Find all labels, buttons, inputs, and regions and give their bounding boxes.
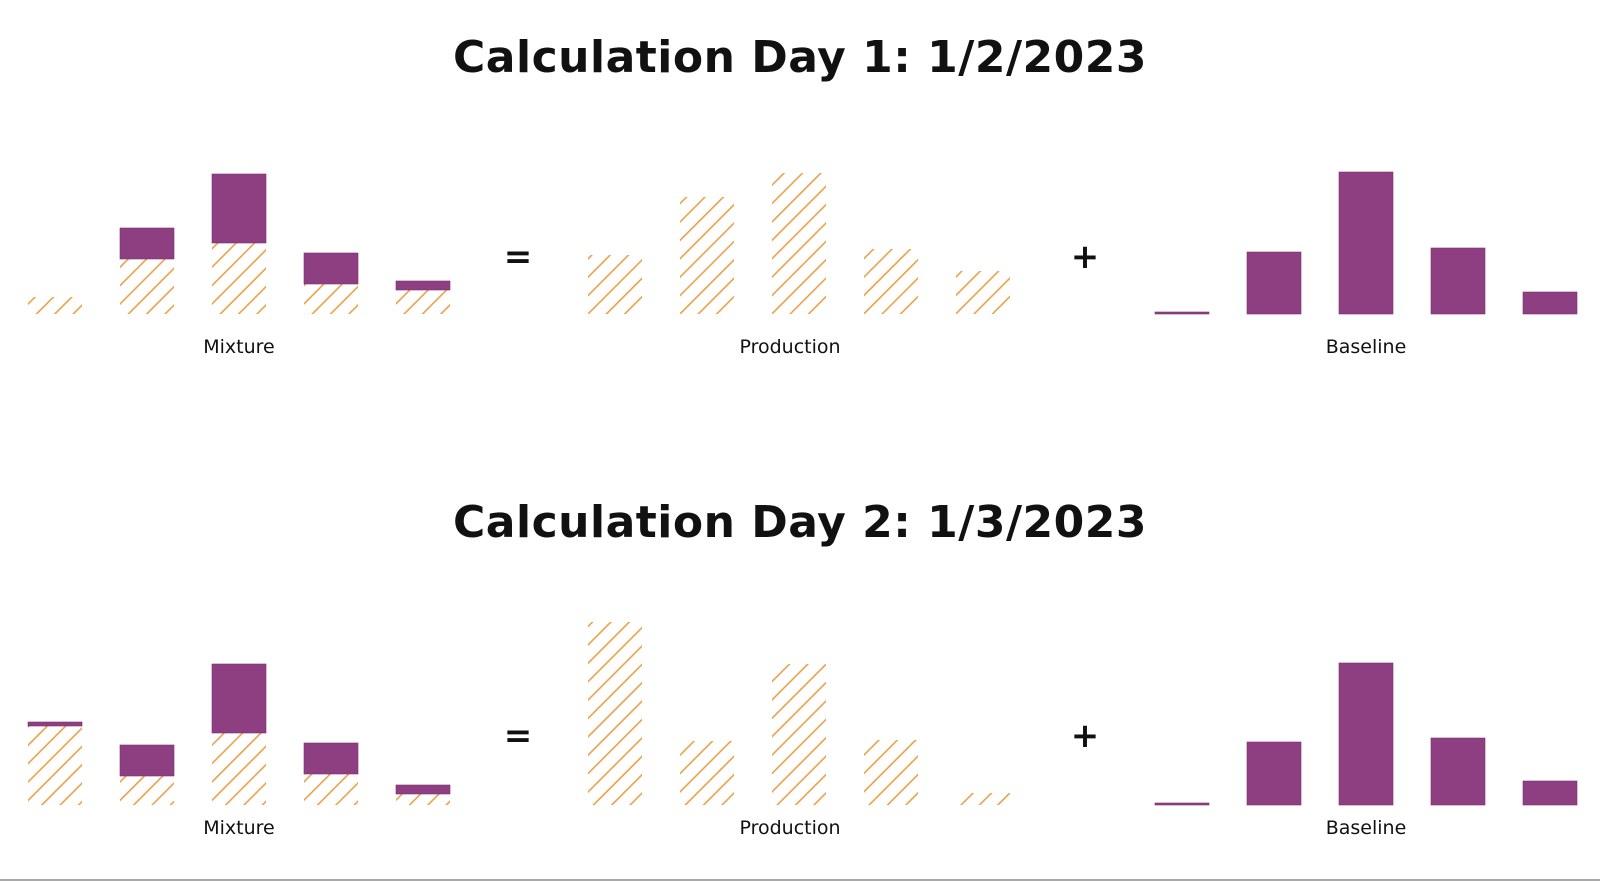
panel-label-production-day-2: Production — [739, 817, 840, 839]
equals-sign-day-2: = — [504, 716, 533, 756]
bar-mixture-baseline-2 — [119, 744, 175, 777]
bar-mixture-baseline-3 — [211, 663, 267, 734]
panel-label-mixture-day-1: Mixture — [203, 336, 275, 358]
bar-mixture-baseline-2 — [119, 227, 175, 260]
bar-mixture-baseline-1 — [27, 721, 83, 727]
panel-label-production-day-1: Production — [739, 336, 840, 358]
bar-baseline-baseline-4 — [1430, 247, 1486, 315]
bar-baseline-baseline-3 — [1338, 171, 1394, 315]
panel-label-baseline-day-1: Baseline — [1326, 336, 1407, 358]
plus-sign-day-1: + — [1071, 237, 1100, 277]
bar-production-production-3 — [772, 664, 826, 805]
bar-mixture-production-5 — [396, 794, 450, 805]
bar-baseline-baseline-1 — [1154, 802, 1210, 806]
panel-label-mixture-day-2: Mixture — [203, 817, 275, 839]
bar-mixture-baseline-5 — [395, 280, 451, 291]
bar-mixture-production-2 — [120, 259, 174, 314]
bar-mixture-production-5 — [396, 290, 450, 314]
bar-production-production-4 — [864, 740, 918, 805]
equals-sign-day-1: = — [504, 237, 533, 277]
bar-production-production-1 — [588, 622, 642, 805]
bar-production-production-1 — [588, 255, 642, 314]
charts-canvas: Mixture Production Baseline = + Mixture Produc… — [27, 171, 1578, 839]
bar-baseline-baseline-2 — [1246, 251, 1302, 315]
panel-mixture-day-1 — [28, 173, 451, 314]
bar-baseline-baseline-1 — [1154, 311, 1210, 315]
bar-production-production-3 — [772, 173, 826, 314]
bar-mixture-baseline-4 — [303, 252, 359, 285]
bar-mixture-baseline-3 — [211, 173, 267, 244]
bar-production-production-2 — [680, 741, 734, 805]
bar-production-production-5 — [956, 793, 1010, 805]
panel-label-baseline-day-2: Baseline — [1326, 817, 1407, 839]
bar-baseline-baseline-3 — [1338, 662, 1394, 806]
bar-mixture-production-3 — [212, 243, 266, 314]
bar-mixture-baseline-4 — [303, 742, 359, 775]
bar-baseline-baseline-4 — [1430, 737, 1486, 806]
panel-production-day-1 — [588, 173, 1010, 314]
bar-mixture-production-3 — [212, 733, 266, 805]
bar-mixture-production-1 — [28, 297, 82, 314]
panel-production-day-2 — [588, 622, 1010, 805]
bar-mixture-production-2 — [120, 776, 174, 805]
panel-baseline-day-1 — [1154, 171, 1578, 315]
bar-production-production-4 — [864, 249, 918, 314]
bar-mixture-production-1 — [28, 726, 82, 805]
bar-mixture-production-4 — [304, 774, 358, 805]
panel-baseline-day-2 — [1154, 662, 1578, 806]
bar-mixture-production-4 — [304, 284, 358, 314]
bar-baseline-baseline-5 — [1522, 780, 1578, 806]
bar-production-production-2 — [680, 197, 734, 314]
panel-mixture-day-2 — [27, 663, 451, 805]
plus-sign-day-2: + — [1071, 716, 1100, 756]
bar-mixture-baseline-5 — [395, 784, 451, 795]
bar-baseline-baseline-2 — [1246, 741, 1302, 806]
bar-baseline-baseline-5 — [1522, 291, 1578, 315]
bar-production-production-5 — [956, 271, 1010, 314]
